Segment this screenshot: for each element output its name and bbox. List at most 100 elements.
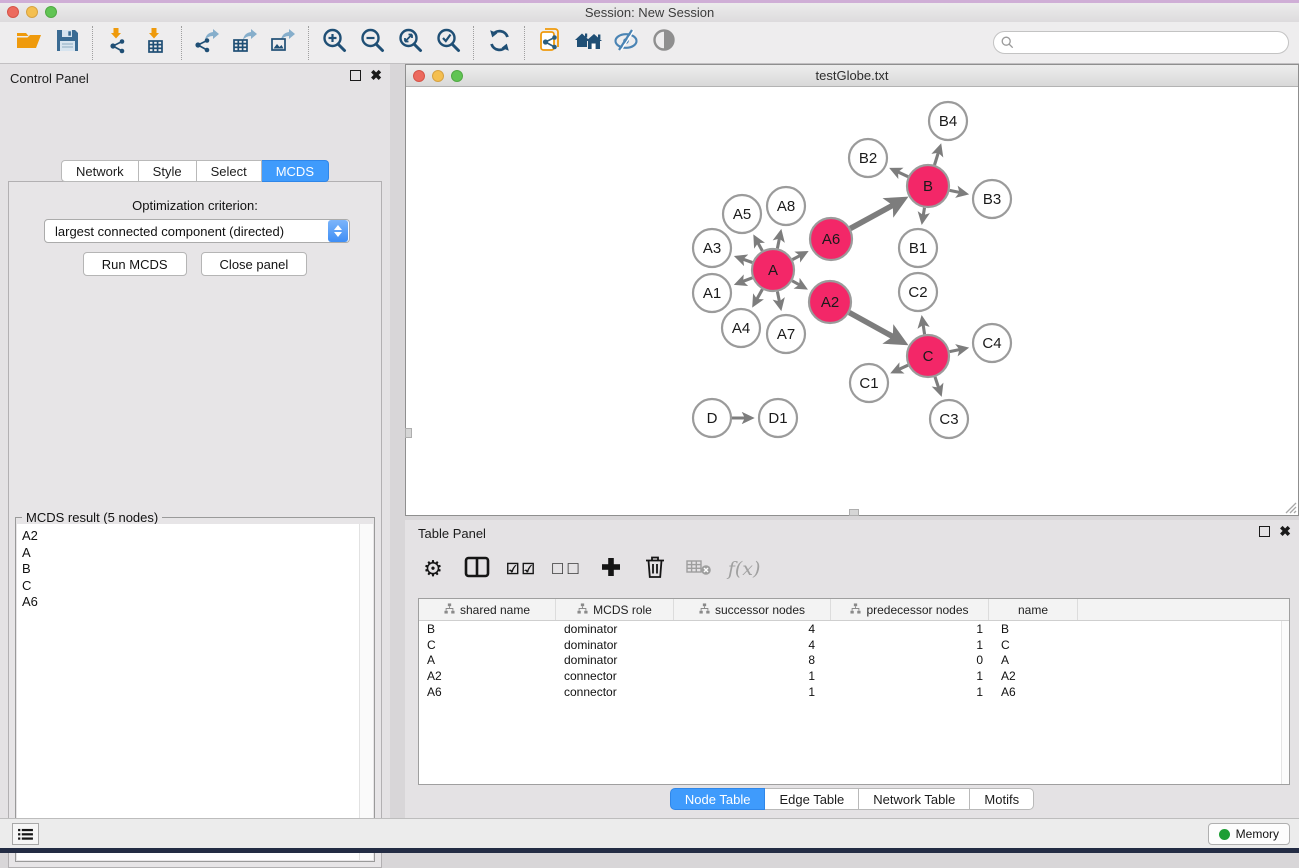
table-row[interactable]: A6connector11A6	[419, 684, 1289, 700]
houses-button[interactable]	[569, 26, 607, 60]
close-window-button[interactable]	[7, 6, 19, 18]
edge-A6-B[interactable]	[850, 200, 902, 229]
graph-node-A2[interactable]: A2	[809, 281, 851, 323]
tab-select[interactable]: Select	[197, 160, 262, 182]
edge-A2-C[interactable]	[849, 313, 902, 342]
import-table-button[interactable]	[137, 26, 175, 60]
zoom-selected-button[interactable]	[429, 26, 467, 60]
edge-A-A4[interactable]	[754, 289, 762, 304]
tab-node-table[interactable]: Node Table	[670, 788, 766, 810]
graph-node-A5[interactable]: A5	[723, 195, 761, 233]
result-item[interactable]: C	[22, 578, 359, 595]
graph-node-C[interactable]: C	[907, 335, 949, 377]
search-field[interactable]	[993, 31, 1289, 54]
network-minimize-button[interactable]	[432, 70, 444, 82]
edge-A-A6[interactable]	[792, 253, 805, 260]
deselect-all-button[interactable]: ☐☐	[551, 553, 582, 585]
result-item[interactable]: A2	[22, 528, 359, 545]
network-canvas[interactable]: B4 B2 B B3 A8A5 A6 A3 B1 A A1 C2 A2 A4A7 C4 C C1 C3 D D1	[407, 88, 1297, 514]
graph-node-A[interactable]: A	[752, 249, 794, 291]
export-table-button[interactable]	[226, 26, 264, 60]
column-header-MCDS-role[interactable]: MCDS role	[556, 599, 674, 620]
graph-node-A4[interactable]: A4	[722, 309, 760, 347]
graph-node-B4[interactable]: B4	[929, 102, 967, 140]
edge-B-B2[interactable]	[893, 169, 909, 176]
save-button[interactable]	[48, 26, 86, 60]
refresh-layout-button[interactable]	[480, 26, 518, 60]
open-folder-button[interactable]	[10, 26, 48, 60]
zoom-out-button[interactable]	[353, 26, 391, 60]
graph-node-B2[interactable]: B2	[849, 139, 887, 177]
close-panel-icon[interactable]: ✖	[370, 70, 382, 81]
graph-node-B3[interactable]: B3	[973, 180, 1011, 218]
resize-grip-icon[interactable]	[1282, 499, 1297, 514]
graph-node-A7[interactable]: A7	[767, 315, 805, 353]
gear-button[interactable]: ⚙	[418, 553, 448, 585]
result-item[interactable]: A6	[22, 594, 359, 611]
table-row[interactable]: A2connector11A2	[419, 668, 1289, 684]
edge-C-C2[interactable]	[922, 319, 924, 335]
result-item[interactable]: A	[22, 545, 359, 562]
table-scrollbar[interactable]	[1281, 621, 1289, 784]
tab-motifs[interactable]: Motifs	[970, 788, 1034, 810]
graph-node-C2[interactable]: C2	[899, 273, 937, 311]
edge-A-A5[interactable]	[755, 238, 762, 251]
run-mcds-button[interactable]: Run MCDS	[83, 252, 187, 276]
edge-A-A2[interactable]	[792, 281, 805, 288]
import-network-button[interactable]	[99, 26, 137, 60]
edge-B-B3[interactable]	[950, 190, 966, 193]
graph-node-C3[interactable]: C3	[930, 400, 968, 438]
edge-B-B4[interactable]	[935, 147, 941, 165]
table-float-panel-icon[interactable]	[1259, 526, 1270, 537]
zoom-in-button[interactable]	[315, 26, 353, 60]
column-header-successor-nodes[interactable]: successor nodes	[674, 599, 831, 620]
network-zoom-button[interactable]	[451, 70, 463, 82]
criterion-select[interactable]: largest connected component (directed)	[44, 219, 350, 243]
zoom-window-button[interactable]	[45, 6, 57, 18]
edge-A-A1[interactable]	[737, 278, 752, 284]
tab-network[interactable]: Network	[61, 160, 139, 182]
zoom-fit-button[interactable]	[391, 26, 429, 60]
graph-node-A6[interactable]: A6	[810, 218, 852, 260]
column-header-predecessor-nodes[interactable]: predecessor nodes	[831, 599, 989, 620]
edge-A-A3[interactable]	[737, 257, 752, 262]
result-scrollbar[interactable]	[359, 524, 373, 860]
float-panel-icon[interactable]	[350, 70, 361, 81]
table-row[interactable]: Bdominator41B	[419, 621, 1289, 637]
graph-node-B[interactable]: B	[907, 165, 949, 207]
canvas-hscroll-thumb[interactable]	[849, 509, 859, 516]
tab-style[interactable]: Style	[139, 160, 197, 182]
graph-node-A3[interactable]: A3	[693, 229, 731, 267]
graph-node-D1[interactable]: D1	[759, 399, 797, 437]
add-button[interactable]	[596, 553, 626, 585]
select-all-button[interactable]: ☑☑	[506, 553, 537, 585]
result-item[interactable]: B	[22, 561, 359, 578]
tab-edge-table[interactable]: Edge Table	[765, 788, 859, 810]
minimize-window-button[interactable]	[26, 6, 38, 18]
graph-node-A1[interactable]: A1	[693, 274, 731, 312]
graph-node-A8[interactable]: A8	[767, 187, 805, 225]
export-network-button[interactable]	[188, 26, 226, 60]
edge-C-C1[interactable]	[894, 365, 908, 372]
memory-button[interactable]: Memory	[1208, 823, 1290, 845]
edge-A-A8[interactable]	[777, 233, 780, 249]
graph-node-C1[interactable]: C1	[850, 364, 888, 402]
edge-C-C3[interactable]	[935, 377, 941, 394]
canvas-vscroll-thumb[interactable]	[405, 428, 412, 438]
edge-B-B1[interactable]	[922, 208, 924, 222]
eye-button[interactable]	[645, 26, 683, 60]
close-panel-button[interactable]: Close panel	[201, 252, 308, 276]
column-header-shared-name[interactable]: shared name	[419, 599, 556, 620]
table-row[interactable]: Cdominator41C	[419, 637, 1289, 653]
tab-network-table[interactable]: Network Table	[859, 788, 970, 810]
graph-node-D[interactable]: D	[693, 399, 731, 437]
edge-C-C4[interactable]	[950, 348, 966, 351]
eye-slash-button[interactable]	[607, 26, 645, 60]
graph-node-B1[interactable]: B1	[899, 229, 937, 267]
edge-A-A7[interactable]	[777, 292, 780, 308]
table-close-panel-icon[interactable]: ✖	[1279, 526, 1291, 537]
tab-mcds[interactable]: MCDS	[262, 160, 329, 182]
document-network-button[interactable]	[531, 26, 569, 60]
graph-node-C4[interactable]: C4	[973, 324, 1011, 362]
network-close-button[interactable]	[413, 70, 425, 82]
